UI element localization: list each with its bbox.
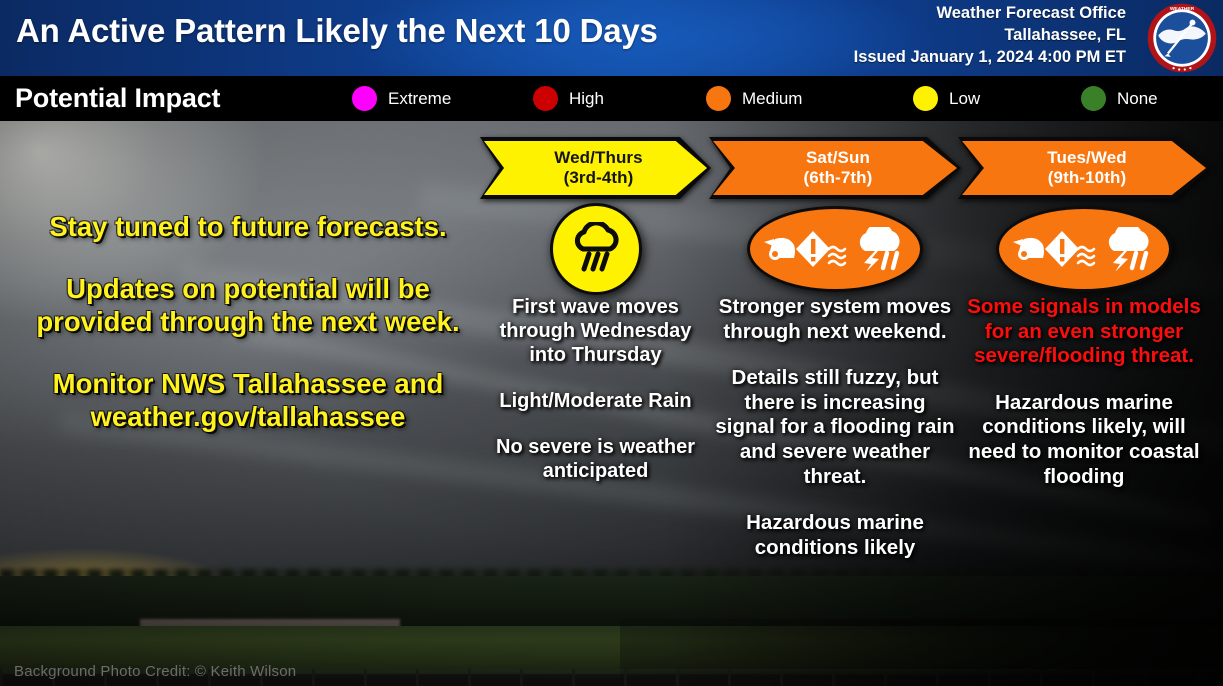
column-paragraph: No severe is weather anticipated	[496, 436, 695, 482]
left-message: Stay tuned to future forecasts.	[49, 211, 447, 242]
legend-item-medium: Medium	[706, 76, 802, 121]
legend-dot-none	[1081, 86, 1106, 111]
office-location: Tallahassee, FL	[1004, 25, 1126, 44]
legend-item-none: None	[1081, 76, 1158, 121]
badge-ellipse	[996, 206, 1172, 292]
impact-legend-bar: Potential Impact Extreme High Medium Low…	[0, 76, 1223, 121]
legend-item-low: Low	[913, 76, 980, 121]
column-body: Some signals in models for an even stron…	[962, 295, 1206, 489]
tornado-siren-icon	[764, 237, 795, 260]
banner-line-1: Tues/Wed	[1047, 147, 1127, 167]
banner-line-2: (3rd-4th)	[563, 168, 634, 187]
left-message: Monitor NWS Tallahassee and weather.gov/…	[52, 368, 444, 432]
legend-dot-high	[533, 86, 558, 111]
nws-seal-icon: WEATHER	[1147, 3, 1217, 73]
column-body: First wave moves through Wednesday into …	[484, 295, 707, 483]
background-photo: Stay tuned to future forecasts. Updates …	[0, 121, 1223, 686]
impact-badge-low	[549, 203, 642, 295]
banner-line-2: (6th-7th)	[803, 168, 873, 187]
banner-line-1: Wed/Thurs	[554, 147, 643, 167]
impact-badge-wrap	[962, 203, 1206, 295]
legend-title: Potential Impact	[15, 83, 221, 113]
hazard-icon-group	[764, 227, 900, 271]
banner-text: Wed/Thurs (3rd-4th)	[548, 148, 642, 189]
tornado-siren-icon	[1013, 237, 1044, 260]
warning-diamond-icon	[1045, 231, 1079, 267]
warning-diamond-icon	[796, 231, 830, 267]
water-waves-icon	[1076, 245, 1096, 267]
legend-label-high: High	[569, 88, 604, 108]
hazard-icon-group	[1013, 227, 1149, 271]
thunderstorm-icon	[1108, 227, 1149, 271]
legend-dot-extreme	[352, 86, 377, 111]
column-banner: Tues/Wed (9th-10th)	[958, 137, 1210, 199]
legend-label-medium: Medium	[742, 88, 803, 108]
legend-dot-low	[913, 86, 938, 111]
column-paragraph: Stronger system moves through next weeke…	[718, 295, 952, 343]
left-message-panel: Stay tuned to future forecasts. Updates …	[18, 211, 478, 463]
badge-ellipse	[747, 206, 923, 292]
weather-graphic: An Active Pattern Likely the Next 10 Day…	[0, 0, 1223, 686]
impact-badge-wrap	[713, 203, 957, 295]
title-bar: An Active Pattern Likely the Next 10 Day…	[0, 0, 1223, 76]
column-paragraph: First wave moves through Wednesday into …	[499, 296, 692, 366]
legend-label-low: Low	[949, 88, 981, 108]
column-paragraph: Light/Moderate Rain	[499, 390, 692, 412]
office-info: Weather Forecast Office Tallahassee, FL …	[854, 3, 1126, 68]
column-body: Stronger system moves through next weeke…	[713, 295, 957, 560]
column-paragraph: Details still fuzzy, but there is increa…	[715, 366, 955, 488]
impact-badge-medium	[747, 206, 923, 292]
thunderstorm-icon	[859, 227, 900, 271]
legend-label-extreme: Extreme	[388, 88, 452, 108]
issued-timestamp: Issued January 1, 2024 4:00 PM ET	[853, 47, 1126, 66]
office-name: Weather Forecast Office	[936, 4, 1126, 22]
page-title: An Active Pattern Likely the Next 10 Day…	[16, 12, 658, 49]
impact-badge-medium	[996, 206, 1172, 292]
banner-line-2: (9th-10th)	[1047, 168, 1127, 187]
forecast-column-sat-sun: Sat/Sun (6th-7th) Stronger system moves …	[709, 121, 961, 582]
forecast-column-wed-thurs: Wed/Thurs (3rd-4th) First wave moves thr…	[480, 121, 711, 505]
column-paragraph: Hazardous marine conditions likely	[746, 511, 924, 559]
left-message: Updates on potential will be provided th…	[36, 273, 460, 337]
svg-text:WEATHER: WEATHER	[1170, 6, 1195, 12]
badge-circle	[549, 203, 642, 295]
legend-label-none: None	[1117, 88, 1158, 108]
water-waves-icon	[827, 245, 847, 267]
banner-text: Tues/Wed (9th-10th)	[1041, 148, 1127, 189]
legend-item-extreme: Extreme	[352, 76, 451, 121]
impact-badge-wrap	[484, 203, 707, 295]
photo-credit: Background Photo Credit: © Keith Wilson	[14, 663, 297, 680]
column-banner: Wed/Thurs (3rd-4th)	[480, 137, 711, 199]
banner-text: Sat/Sun (6th-7th)	[798, 148, 873, 189]
column-paragraph-alert: Some signals in models for an even stron…	[967, 295, 1201, 368]
forecast-column-tues-wed: Tues/Wed (9th-10th) Some signals in mode…	[958, 121, 1210, 511]
column-paragraph: Hazardous marine conditions likely, will…	[968, 390, 1200, 488]
column-banner: Sat/Sun (6th-7th)	[709, 137, 961, 199]
rain-cloud-icon	[574, 222, 619, 272]
banner-line-1: Sat/Sun	[805, 147, 870, 167]
legend-item-high: High	[533, 76, 604, 121]
legend-dot-medium	[706, 86, 731, 111]
